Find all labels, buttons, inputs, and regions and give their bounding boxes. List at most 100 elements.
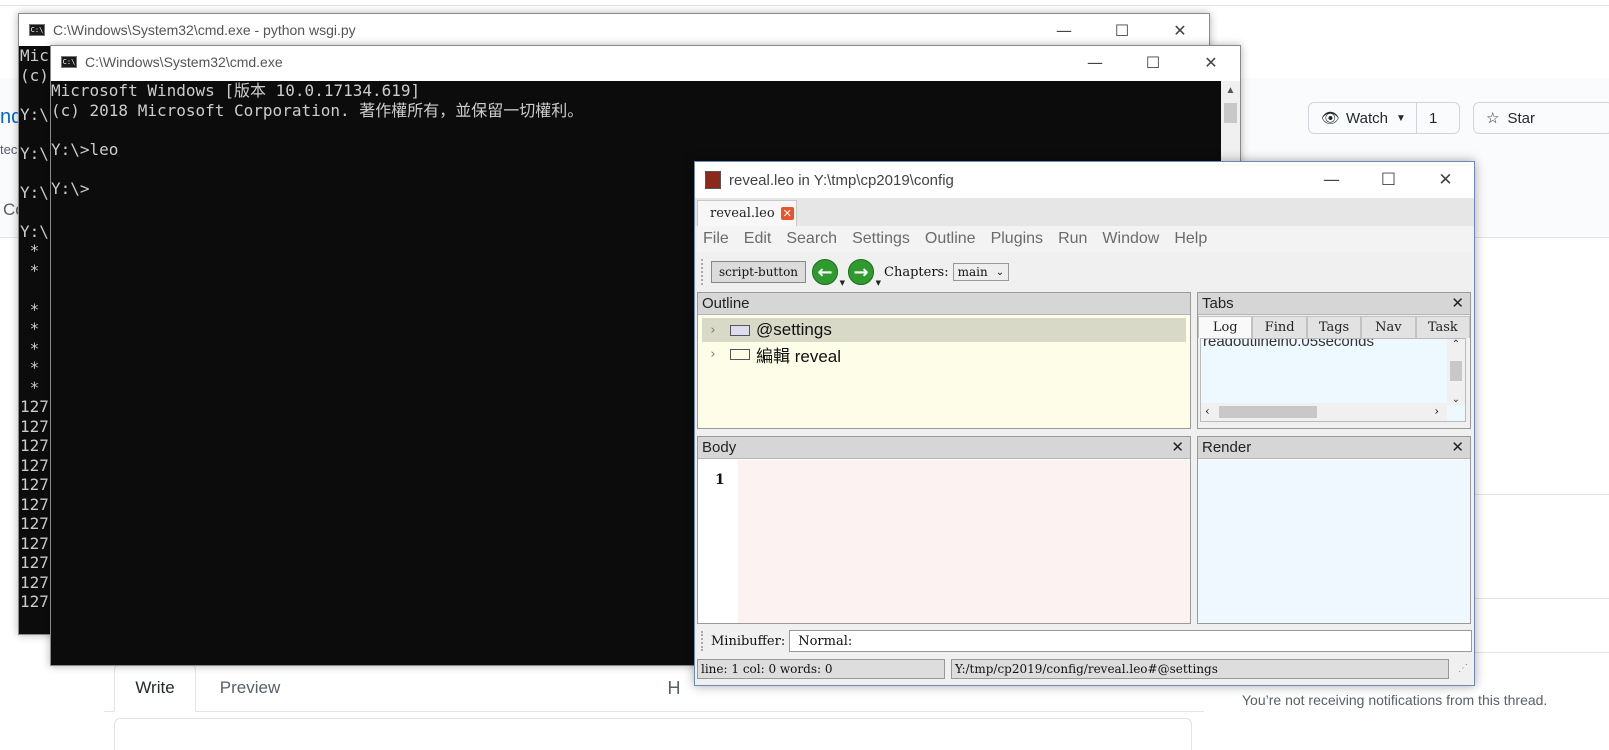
menu-edit[interactable]: Edit [738,230,778,248]
close-icon[interactable]: ✕ [1151,14,1209,46]
status-path: Y:/tmp/cp2019/config/reveal.leo#@setting… [951,659,1449,679]
tab-close-icon[interactable]: ✕ [780,207,794,220]
log-vscrollbar[interactable]: ⌃ ⌄ [1447,339,1465,405]
tabs-pane: Tabs ✕ Log Find Tags Nav Task readoutlinein0… [1197,292,1471,429]
close-icon[interactable]: ✕ [1417,162,1474,198]
toolbar-grip[interactable] [701,259,705,285]
node-icon [730,348,750,360]
close-icon[interactable]: ✕ [1451,438,1464,456]
menu-search[interactable]: Search [780,230,843,248]
scroll-thumb[interactable] [1219,406,1317,418]
watch-button-group[interactable]: 👁 Watch ▼ 1 [1308,102,1460,134]
line-number: 1 [715,472,725,488]
forward-arrow-icon[interactable]: → ▼ [848,259,881,287]
tabs-title: Tabs [1202,295,1234,312]
script-button[interactable]: script-button [711,261,807,283]
body-editor[interactable]: 1 [698,460,1190,623]
menu-outline[interactable]: Outline [919,230,982,248]
repo-desc-fragment: tec [0,142,18,157]
menu-settings[interactable]: Settings [846,230,916,248]
minibuffer: Minibuffer: Normal: [697,626,1472,656]
back-arrow-icon[interactable]: ← ▼ [812,259,845,287]
expand-arrow-icon[interactable]: › [702,347,724,362]
tab-write[interactable]: Write [114,664,196,712]
file-tab-label: reveal.leo [710,206,775,221]
log-hscrollbar[interactable]: ‹ › [1201,403,1447,421]
tab-tags[interactable]: Tags [1306,316,1362,338]
file-tab-reveal[interactable]: reveal.leo ✕ [697,200,797,226]
menu-help[interactable]: Help [1168,230,1213,248]
render-view[interactable] [1198,460,1470,623]
tab-nav[interactable]: Nav [1361,316,1416,338]
node-label: @settings [756,320,832,339]
cmd-python-titlebar[interactable]: C:\ C:\Windows\System32\cmd.exe - python… [19,14,1209,46]
maximize-icon[interactable]: ☐ [1124,46,1182,78]
tab-find[interactable]: Find [1252,316,1307,338]
minimize-icon[interactable]: — [1035,14,1093,46]
menu-plugins[interactable]: Plugins [985,230,1049,248]
comment-editor[interactable] [114,718,1192,750]
watch-count[interactable]: 1 [1417,103,1449,133]
outline-tree[interactable]: › @settings › 編輯 reveal [698,316,1190,428]
menu-run[interactable]: Run [1052,230,1093,248]
close-icon[interactable]: ✕ [1451,294,1464,312]
cmd-python-title: C:\Windows\System32\cmd.exe - python wsg… [53,22,356,38]
minibuffer-input[interactable]: Normal: [789,630,1472,652]
scroll-down-icon[interactable]: ⌄ [1447,394,1465,405]
outline-node[interactable]: › 編輯 reveal [702,342,841,366]
leo-title: reveal.leo in Y:\tmp\cp2019\config [729,171,954,189]
watch-button[interactable]: 👁 Watch ▼ [1309,103,1417,133]
tab-preview[interactable]: Preview [204,664,296,712]
node-label: 編輯 reveal [756,346,842,366]
cmd-icon: C:\ [61,56,77,68]
outline-title: Outline [702,295,750,312]
body-pane: Body ✕ 1 [697,436,1191,624]
body-header: Body ✕ [698,437,1190,459]
github-top-border [0,0,1609,6]
leo-titlebar[interactable]: reveal.leo in Y:\tmp\cp2019\config — ☐ ✕ [695,162,1474,198]
resize-grip-icon[interactable]: ⋰ [1458,663,1468,674]
menu-file[interactable]: File [697,230,735,248]
scroll-left-icon[interactable]: ‹ [1205,404,1210,418]
minibuffer-label: Minibuffer: [710,633,786,649]
leo-toolbar: script-button ← ▼ → ▼ Chapters: main ⌄ [697,254,1472,290]
minimize-icon[interactable]: — [1066,46,1124,78]
outline-pane: Outline › @settings › 編輯 reveal [697,292,1191,429]
status-bar: line: 1 col: 0 words: 0 Y:/tmp/cp2019/co… [697,657,1472,681]
maximize-icon[interactable]: ☐ [1360,162,1417,198]
star-icon: ☆ [1486,110,1500,127]
cmd-titlebar[interactable]: C:\ C:\Windows\System32\cmd.exe — ☐ ✕ [51,46,1240,78]
star-button[interactable]: ☆ Star [1473,102,1609,134]
maximize-icon[interactable]: ☐ [1093,14,1151,46]
tab-task[interactable]: Task [1415,316,1471,338]
close-icon[interactable]: ✕ [1182,46,1240,78]
minimize-icon[interactable]: — [1303,162,1360,198]
leo-menubar: File Edit Search Settings Outline Plugins Run W… [697,226,1472,252]
log-text: readoutlinein0.05seconds [1203,338,1374,350]
scroll-up-icon[interactable]: ▲ [1221,85,1240,96]
chapters-select[interactable]: main ⌄ [952,263,1010,281]
watch-label: Watch [1346,109,1388,127]
scroll-thumb[interactable] [1450,361,1462,381]
log-output[interactable]: readoutlinein0.05seconds ⌃ ⌄ ‹ › [1200,338,1466,422]
scroll-up-icon[interactable]: ⌃ [1447,339,1465,350]
leo-app-icon [705,171,721,189]
scroll-right-icon[interactable]: › [1434,404,1439,418]
chapters-value: main [957,265,988,279]
tabs-header: Tabs ✕ [1198,293,1470,315]
heading-button[interactable]: H [664,664,684,712]
chevron-down-icon: ⌄ [995,266,1005,278]
chapters-label: Chapters: [884,264,949,280]
expand-arrow-icon[interactable]: › [702,323,724,338]
cmd-title: C:\Windows\System32\cmd.exe [85,54,283,70]
cmd-icon: C:\ [29,24,45,36]
close-icon[interactable]: ✕ [1171,438,1184,456]
menu-window[interactable]: Window [1096,230,1165,248]
tab-log[interactable]: Log [1198,316,1253,338]
leo-window: reveal.leo in Y:\tmp\cp2019\config — ☐ ✕… [694,161,1475,686]
scroll-thumb[interactable] [1224,103,1237,123]
line-number-gutter: 1 [698,460,738,623]
outline-node[interactable]: › @settings [702,318,1186,342]
log-tab-bar: Log Find Tags Nav Task [1198,316,1471,338]
caret-down-icon: ▼ [1396,112,1406,124]
